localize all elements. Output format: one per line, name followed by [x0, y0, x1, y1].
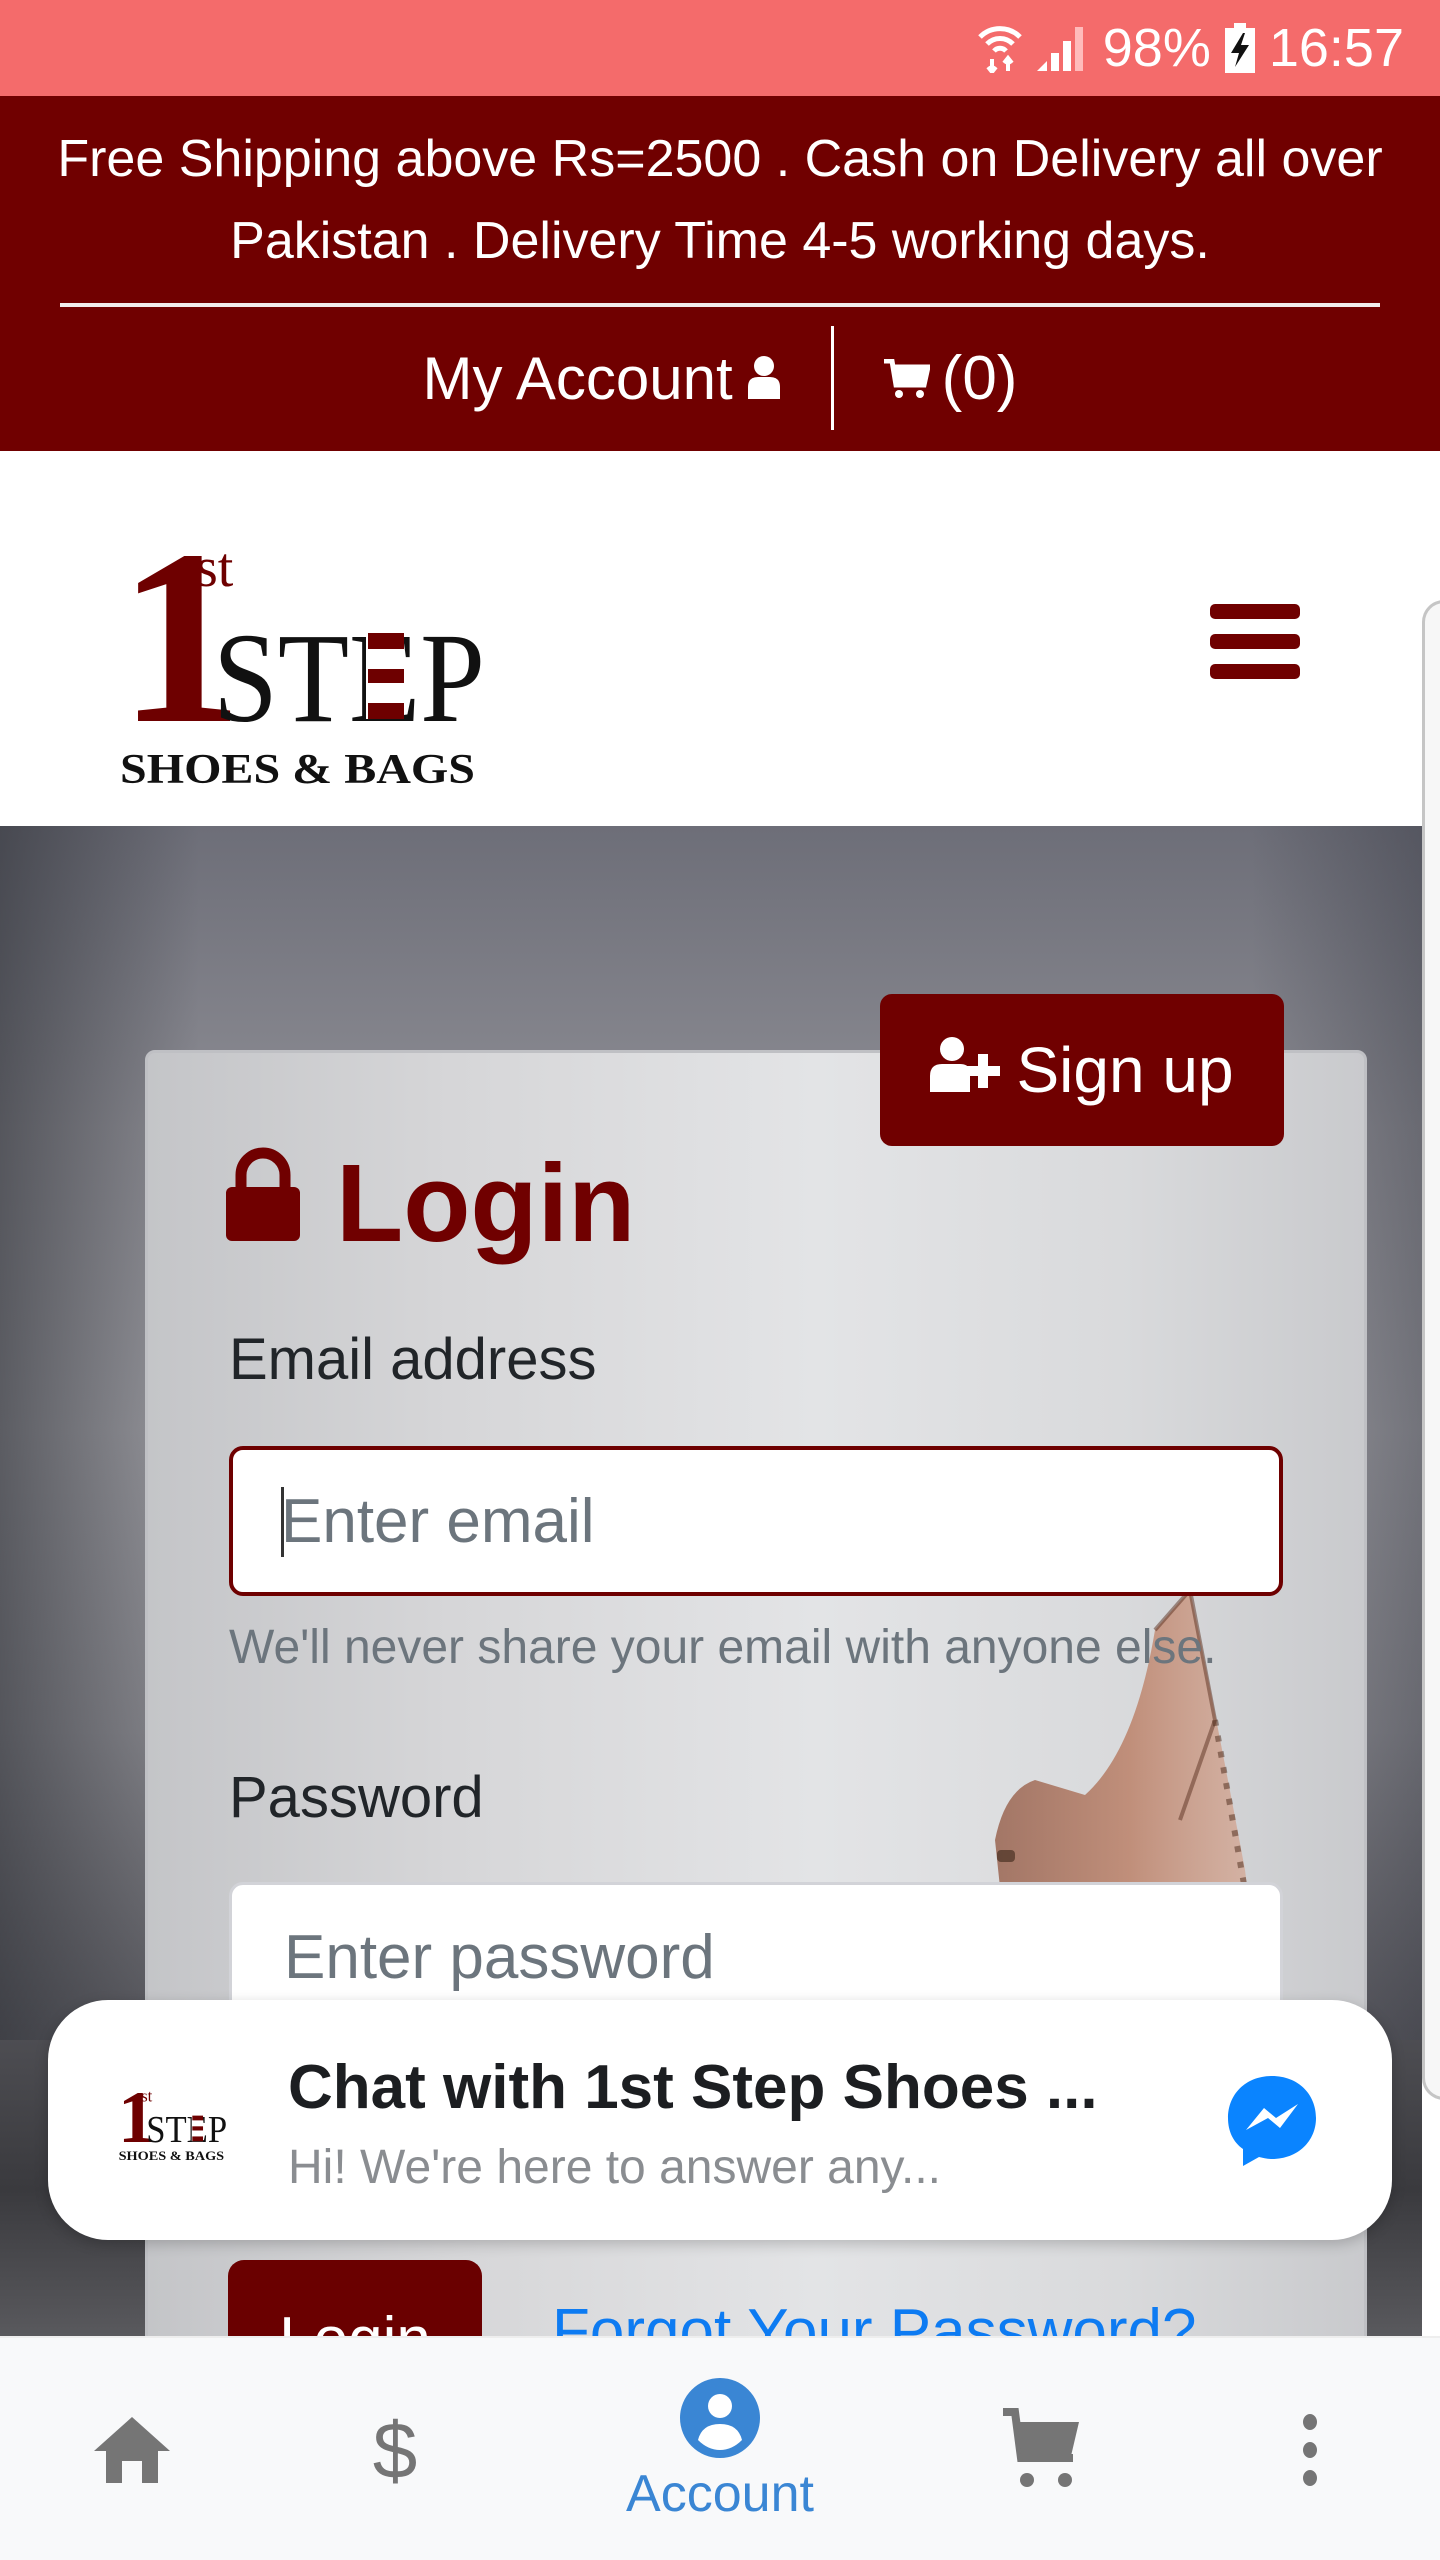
- nav-more[interactable]: [1290, 2338, 1330, 2560]
- messenger-chat-widget[interactable]: 1 st STEP SHOES & BAGS Chat with 1st Ste…: [48, 2000, 1392, 2240]
- hamburger-icon: [1210, 604, 1300, 619]
- nav-account-label: Account: [626, 2465, 814, 2523]
- user-icon: [747, 344, 781, 413]
- site-logo[interactable]: 1 st STEP SHOES & BAGS: [118, 491, 488, 793]
- svg-text:st: st: [141, 2087, 152, 2106]
- lock-icon: [226, 1140, 300, 1267]
- cart-icon: [883, 343, 931, 414]
- more-vertical-icon: [1303, 2414, 1317, 2486]
- bottom-navigation: $ Account: [0, 2336, 1440, 2560]
- svg-text:$: $: [373, 2410, 418, 2490]
- email-help-text: We'll never share your email with anyone…: [229, 1621, 1217, 1674]
- svg-text:SHOES & BAGS: SHOES & BAGS: [119, 2149, 225, 2163]
- home-icon: [94, 2417, 170, 2483]
- my-account-link[interactable]: My Account: [423, 344, 831, 413]
- my-account-label: My Account: [422, 344, 733, 412]
- clock: 16:57: [1268, 18, 1404, 78]
- signal-icon: [1036, 25, 1089, 71]
- cart-link[interactable]: (0): [834, 343, 1018, 414]
- battery-charging-icon: [1224, 23, 1255, 73]
- divider: [60, 303, 1380, 307]
- dollar-icon: $: [373, 2410, 418, 2490]
- status-bar: 98% 16:57: [0, 0, 1440, 96]
- sign-up-button[interactable]: Sign up: [880, 994, 1284, 1146]
- logo-word: STEP: [213, 607, 485, 749]
- sign-up-label: Sign up: [1016, 1034, 1234, 1106]
- battery-percent: 98%: [1102, 18, 1211, 78]
- login-heading: Login: [226, 1140, 635, 1267]
- logo-tagline: SHOES & BAGS: [120, 747, 475, 791]
- chat-logo: 1 st STEP SHOES & BAGS: [118, 2077, 227, 2163]
- cart-icon: [1003, 2408, 1079, 2487]
- login-title: Login: [336, 1142, 636, 1265]
- messenger-icon[interactable]: [1224, 2072, 1320, 2168]
- email-input[interactable]: [229, 1446, 1283, 1596]
- text-caret: [281, 1487, 284, 1557]
- cart-count: (0): [941, 343, 1018, 413]
- nav-account[interactable]: Account: [600, 2338, 840, 2560]
- password-label: Password: [229, 1765, 484, 1830]
- scrollbar-handle[interactable]: [1422, 600, 1440, 2100]
- nav-pricing[interactable]: $: [355, 2338, 435, 2560]
- hamburger-menu-button[interactable]: [1210, 604, 1300, 680]
- account-circle-icon: [680, 2378, 760, 2458]
- chat-title: Chat with 1st Step Shoes ...: [288, 2053, 1098, 2122]
- shipping-notice: Free Shipping above Rs=2500 . Cash on De…: [57, 130, 1383, 270]
- email-label: Email address: [229, 1327, 597, 1392]
- nav-home[interactable]: [88, 2338, 176, 2560]
- wifi-icon: [977, 23, 1023, 73]
- logo-superscript: st: [196, 537, 234, 599]
- chat-subtitle: Hi! We're here to answer any...: [288, 2141, 941, 2194]
- nav-cart[interactable]: [996, 2338, 1086, 2560]
- top-announcement-bar: Free Shipping above Rs=2500 . Cash on De…: [0, 96, 1440, 451]
- user-plus-icon: [930, 1033, 1002, 1107]
- svg-text:STEP: STEP: [146, 2109, 227, 2151]
